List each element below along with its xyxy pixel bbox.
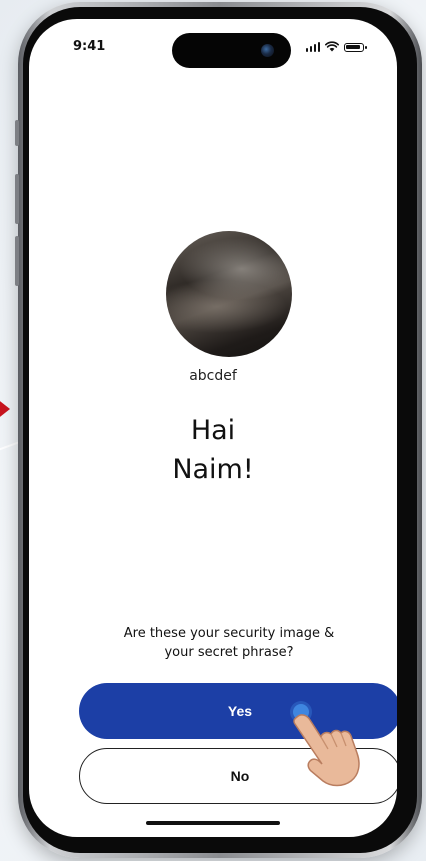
signal-icon — [305, 42, 320, 52]
security-question: Are these your security image & your sec… — [89, 624, 369, 662]
security-phrase: abcdef — [189, 368, 237, 384]
greeting-line-1: Hai — [190, 415, 236, 446]
battery-icon — [344, 43, 367, 52]
greeting-title: Hai Naim! — [29, 411, 397, 489]
action-button — [15, 120, 19, 146]
greeting-line-2: Naim! — [172, 454, 254, 485]
security-image — [166, 231, 292, 357]
status-icons — [305, 41, 367, 52]
volume-down-button — [15, 236, 19, 286]
dynamic-island — [172, 33, 291, 68]
security-question-line-1: Are these your security image & — [123, 626, 335, 641]
hand-pointer-icon — [293, 714, 360, 787]
backdrop: 9:41 abcdef Hai Naim! Are these your sec… — [0, 0, 426, 861]
volume-up-button — [15, 174, 19, 224]
home-indicator[interactable] — [146, 821, 280, 825]
security-question-line-2: your secret phrase? — [164, 645, 294, 660]
camera-icon — [261, 44, 274, 57]
pointer-arrow-icon — [0, 398, 10, 420]
wifi-icon — [325, 41, 339, 52]
phone-screen: 9:41 abcdef Hai Naim! Are these your sec… — [29, 19, 397, 837]
status-time: 9:41 — [73, 39, 106, 54]
